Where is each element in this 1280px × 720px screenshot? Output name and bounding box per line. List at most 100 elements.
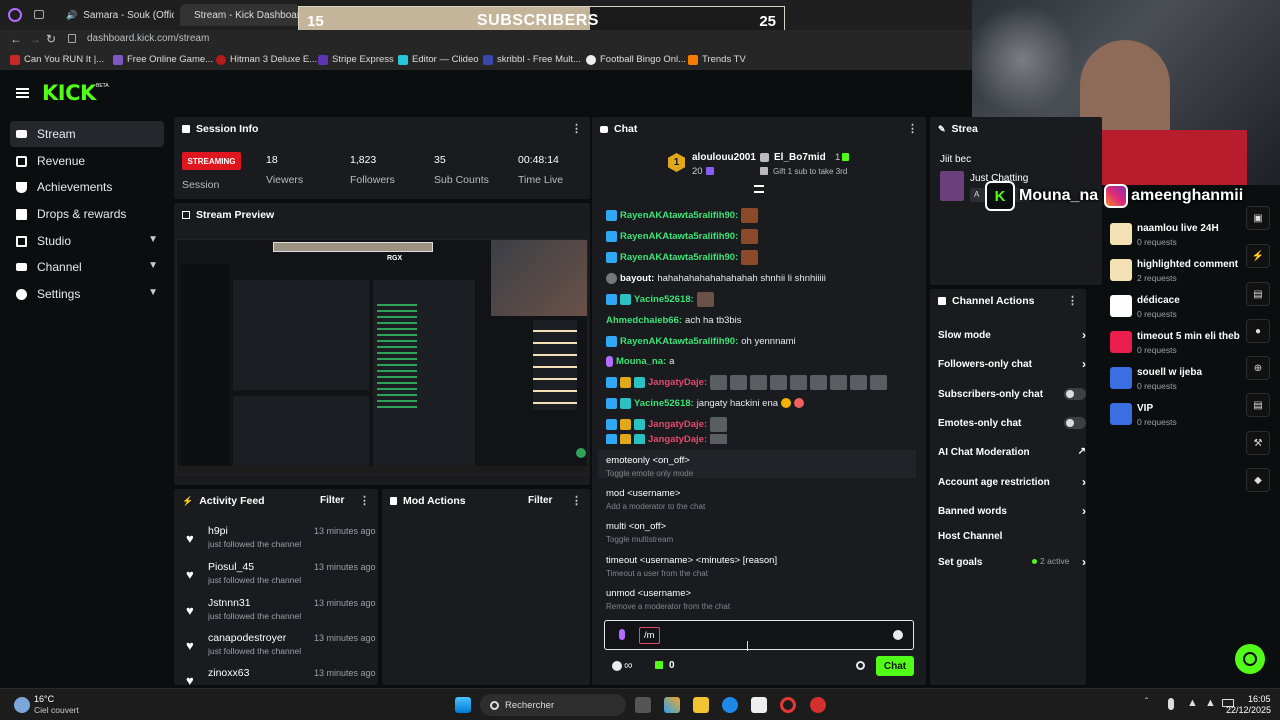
rail-chat-icon[interactable]: ● [1246, 319, 1270, 343]
chat-settings-icon[interactable] [856, 661, 865, 670]
kick-logo[interactable]: KICK [42, 81, 96, 105]
reward-item[interactable]: dédicace 0 requests [1108, 293, 1238, 323]
action-slow-mode[interactable]: Slow mode › [938, 324, 1086, 346]
clock-time[interactable]: 16:05 [1248, 694, 1271, 704]
chat-username[interactable]: bayout: [620, 273, 654, 284]
rail-layout-icon[interactable]: ▤ [1246, 393, 1270, 417]
volume-icon[interactable]: ▲ [1205, 697, 1216, 709]
sidebar-item-achievements[interactable]: Achievements [10, 174, 164, 200]
bookmark-item[interactable]: Editor — Clideo [398, 54, 479, 65]
sidebar-item-stream[interactable]: Stream [10, 121, 164, 147]
pin-icon[interactable] [754, 185, 764, 193]
clock-date[interactable]: 22/12/2025 [1226, 705, 1271, 715]
bookmark-item[interactable]: Can You RUN It |... [10, 54, 104, 65]
edge-icon[interactable] [722, 697, 738, 713]
chevron-down-icon[interactable]: ▼ [148, 287, 158, 298]
bookmark-item[interactable]: Stripe Express [318, 54, 394, 65]
reward-item[interactable]: souell w ijeba 0 requests [1108, 365, 1238, 395]
gifter-second-name[interactable]: El_Bo7mid [774, 152, 826, 163]
rail-nodes-icon[interactable]: ◆ [1246, 468, 1270, 492]
rail-camera-icon[interactable]: ▣ [1246, 206, 1270, 230]
browser-logo-icon[interactable] [8, 8, 22, 22]
more-options-icon[interactable]: ⋮ [907, 122, 918, 135]
subscribers-only-toggle[interactable] [1064, 388, 1086, 400]
mic-icon[interactable] [619, 629, 625, 640]
sidebar-item-revenue[interactable]: Revenue [10, 148, 164, 174]
action-host-channel[interactable]: Host Channel [938, 525, 1086, 547]
chat-username[interactable]: RayenAKAtawta5ralifih90: [620, 231, 738, 242]
action-followers-only[interactable]: Followers-only chat › [938, 353, 1086, 375]
chat-username[interactable]: Yacine52618: [634, 398, 694, 409]
stream-preview-video[interactable]: RGX [176, 239, 588, 475]
tab-kick-dashboard[interactable]: Stream - Kick Dashboard [180, 4, 300, 26]
chat-send-button[interactable]: Chat [876, 656, 914, 676]
chat-username[interactable]: Yacine52618: [634, 294, 694, 305]
action-set-goals[interactable]: Set goals 2 active › [938, 551, 1086, 573]
hamburger-menu-icon[interactable] [16, 88, 29, 98]
opera-icon[interactable] [780, 697, 796, 713]
action-account-age[interactable]: Account age restriction › [938, 471, 1086, 493]
app-icon[interactable] [810, 697, 826, 713]
activity-filter-button[interactable]: Filter [320, 495, 344, 506]
support-button[interactable] [1235, 644, 1265, 674]
emotes-only-toggle[interactable] [1064, 417, 1086, 429]
action-ai-moderation[interactable]: AI Chat Moderation ↗ [938, 441, 1086, 463]
weather-temp[interactable]: 16°C [34, 694, 54, 704]
chat-username[interactable]: Ahmedchaieb66: [606, 315, 682, 326]
copilot-icon[interactable] [664, 697, 680, 713]
chevron-down-icon[interactable]: ▼ [148, 260, 158, 271]
bookmark-item[interactable]: Trends TV [688, 54, 746, 65]
rail-bolt-icon[interactable]: ⚡ [1246, 244, 1270, 268]
tray-chevron-icon[interactable]: ˆ [1145, 697, 1148, 708]
tab-list-icon[interactable] [34, 10, 44, 19]
bookmark-item[interactable]: Free Online Game... [113, 54, 213, 65]
rail-document-icon[interactable]: ▤ [1246, 282, 1270, 306]
reward-item[interactable]: timeout 5 min eli theb 0 requests [1108, 329, 1240, 359]
task-view-icon[interactable] [635, 697, 651, 713]
command-item[interactable]: multi <on_off> Toggle multistream [606, 521, 673, 544]
chat-username[interactable]: JangatyDaje: [648, 434, 707, 444]
reward-item[interactable]: highlighted comment 2 requests [1108, 257, 1238, 287]
reward-item[interactable]: naamlou live 24H 0 requests [1108, 221, 1238, 251]
chat-username[interactable]: RayenAKAtawta5ralifih90: [620, 210, 738, 221]
command-item[interactable]: mod <username> Add a moderator to the cha… [606, 488, 705, 511]
bookmark-item[interactable]: skribbl - Free Mult... [483, 54, 581, 65]
chevron-down-icon[interactable]: ▼ [148, 234, 158, 245]
command-item[interactable]: timeout <username> <minutes> [reason] Tim… [606, 555, 777, 578]
sidebar-item-settings[interactable]: Settings ▼ [10, 281, 164, 307]
fullscreen-icon[interactable] [576, 448, 586, 458]
sidebar-item-drops[interactable]: Drops & rewards [10, 201, 164, 227]
more-options-icon[interactable]: ⋮ [359, 494, 370, 507]
weather-icon[interactable] [14, 697, 30, 713]
reward-item[interactable]: VIP 0 requests [1108, 401, 1238, 431]
url-text[interactable]: dashboard.kick.com/stream [87, 33, 209, 44]
mod-filter-button[interactable]: Filter [528, 495, 552, 506]
chat-username[interactable]: RayenAKAtawta5ralifih90: [620, 336, 738, 347]
chat-username[interactable]: Mouna_na: [616, 356, 666, 367]
sidebar-item-studio[interactable]: Studio ▼ [10, 228, 164, 254]
command-item[interactable]: emoteonly <on_off> Toggle emote only mode [606, 455, 693, 478]
gifter-top-name[interactable]: aloulouu2001 [692, 152, 756, 163]
more-options-icon[interactable]: ⋮ [1067, 294, 1078, 307]
more-options-icon[interactable]: ⋮ [571, 494, 582, 507]
bookmark-item[interactable]: Football Bingo Onl... [586, 54, 686, 65]
windows-start-icon[interactable] [455, 697, 471, 713]
infinity-icon[interactable]: ∞ [624, 658, 633, 672]
lock-icon[interactable] [68, 34, 76, 43]
tab-samara[interactable]: 🔊 Samara - Souk (Offici [52, 4, 174, 26]
chat-input-value[interactable]: /m [639, 627, 660, 644]
taskbar-search[interactable]: Rechercher [480, 694, 626, 716]
chat-username[interactable]: RayenAKAtawta5ralifih90: [620, 252, 738, 263]
chat-username[interactable]: JangatyDaje: [648, 419, 707, 430]
emoji-picker-icon[interactable] [893, 630, 903, 640]
command-item[interactable]: unmod <username> Remove a moderator from … [606, 588, 730, 611]
users-icon[interactable] [612, 661, 622, 671]
rail-wrench-icon[interactable]: ⚒ [1246, 431, 1270, 455]
chat-input-box[interactable]: /m [604, 620, 914, 650]
sidebar-item-channel[interactable]: Channel ▼ [10, 254, 164, 280]
bookmark-item[interactable]: Hitman 3 Deluxe E... [216, 54, 317, 65]
forward-icon[interactable]: → [29, 32, 41, 46]
rail-broadcast-icon[interactable]: ⊕ [1246, 356, 1270, 380]
back-icon[interactable]: ← [10, 32, 22, 46]
file-explorer-icon[interactable] [693, 697, 709, 713]
